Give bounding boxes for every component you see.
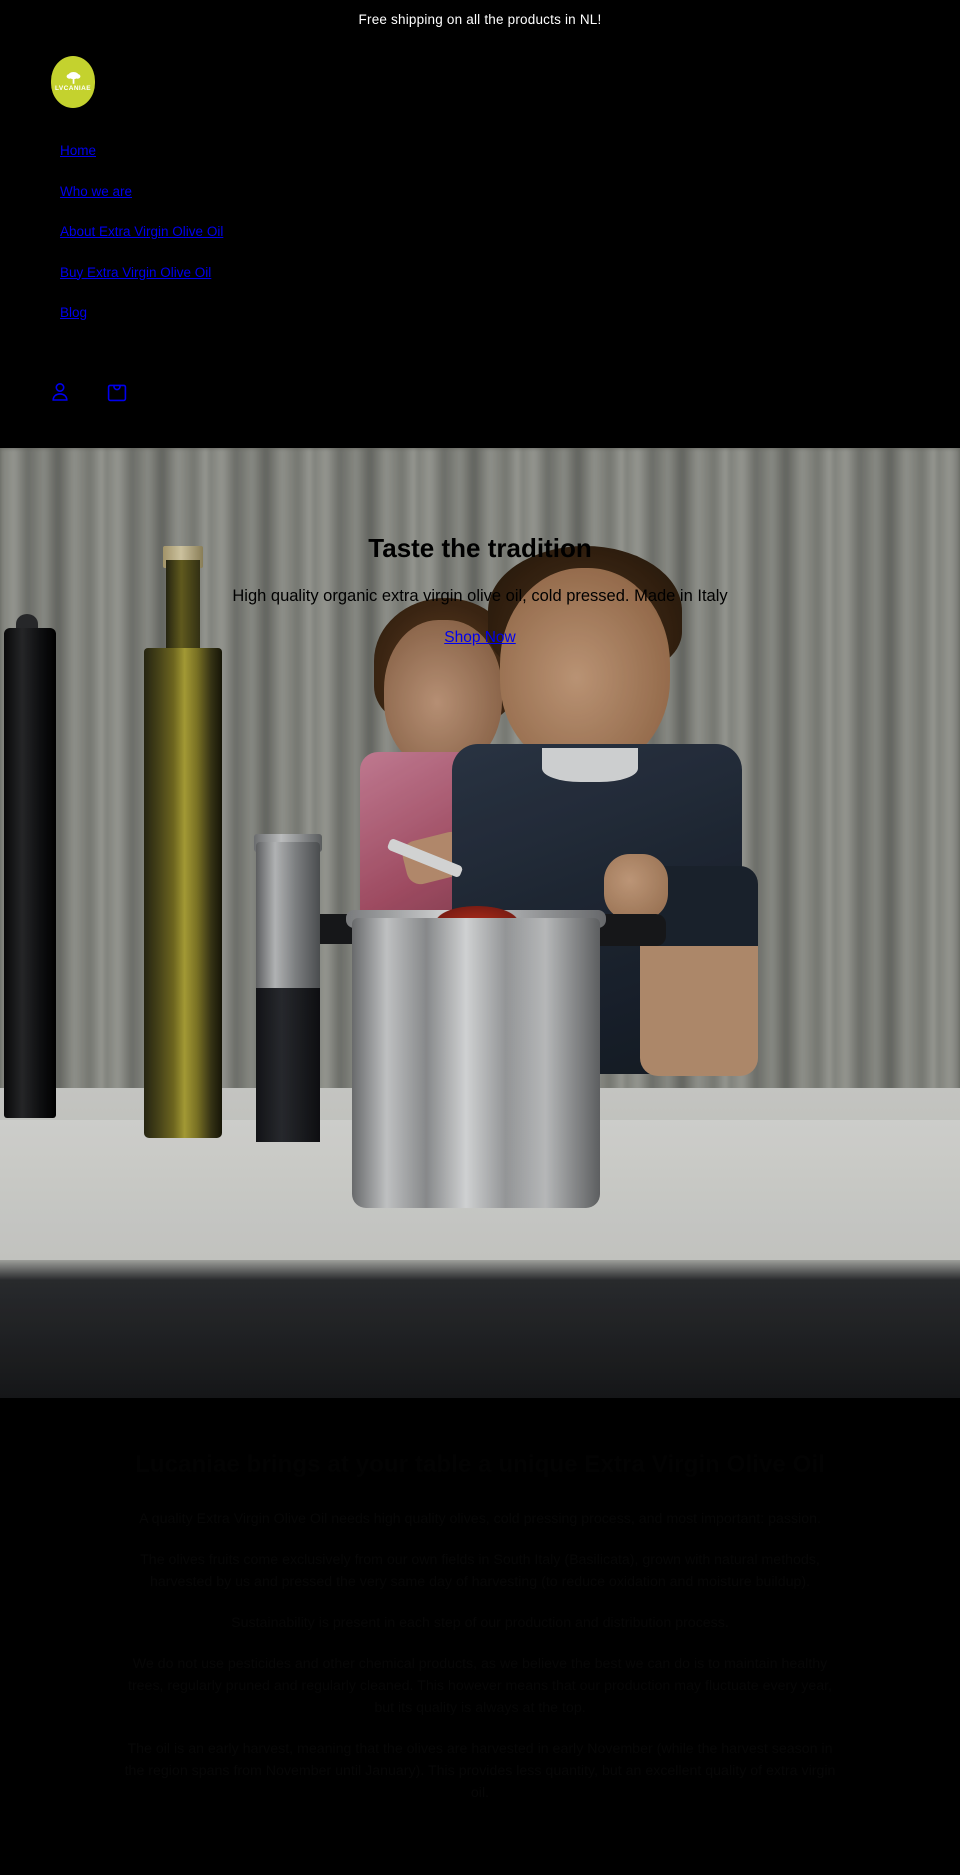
nav-home[interactable]: Home	[60, 130, 96, 171]
about-paragraph: Sustainability is present in each step o…	[231, 1614, 729, 1631]
about-content: Lucaniae brings at your table a unique E…	[119, 1450, 841, 1804]
nav-blog[interactable]: Blog	[60, 292, 87, 333]
about-paragraph: A quality Extra Virgin Olive Oil needs h…	[139, 1510, 821, 1527]
account-icon[interactable]	[48, 380, 72, 404]
olive-tree-icon	[66, 71, 81, 85]
hero-subtitle: High quality organic extra virgin olive …	[232, 586, 728, 605]
about-paragraph: The olives fruits come exclusively from …	[140, 1551, 820, 1590]
announcement-bar: Free shipping on all the products in NL!	[0, 0, 960, 38]
main-navigation: Home Who we are About Extra Virgin Olive…	[0, 108, 960, 333]
nav-who-we-are[interactable]: Who we are	[60, 171, 132, 212]
about-title: Lucaniae brings at your table a unique E…	[135, 1450, 825, 1478]
shopping-bag-icon[interactable]	[105, 380, 129, 404]
hero-content: Taste the tradition High quality organic…	[0, 533, 960, 648]
lucaniae-logo[interactable]: LVCANIAE	[51, 56, 95, 108]
shop-now-button[interactable]: Shop Now	[444, 629, 516, 647]
about-paragraph: We do not use pesticides and other chemi…	[128, 1655, 832, 1716]
about-section: Lucaniae brings at your table a unique E…	[0, 1397, 960, 1844]
nav-buy-extra-virgin-olive-oil[interactable]: Buy Extra Virgin Olive Oil	[60, 252, 211, 293]
site-header: LVCANIAE Home Who we are About Extra Vir…	[0, 38, 960, 448]
header-icon-group	[0, 333, 960, 448]
about-paragraph: The oil is an early harvest, meaning tha…	[124, 1740, 836, 1801]
hero-title: Taste the tradition	[368, 532, 592, 563]
logo-container[interactable]: LVCANIAE	[0, 56, 960, 108]
hero-banner: Taste the tradition High quality organic…	[0, 447, 960, 1398]
announcement-text: Free shipping on all the products in NL!	[358, 11, 602, 27]
nav-about-extra-virgin-olive-oil[interactable]: About Extra Virgin Olive Oil	[60, 211, 223, 252]
logo-wordmark: LVCANIAE	[55, 85, 91, 93]
